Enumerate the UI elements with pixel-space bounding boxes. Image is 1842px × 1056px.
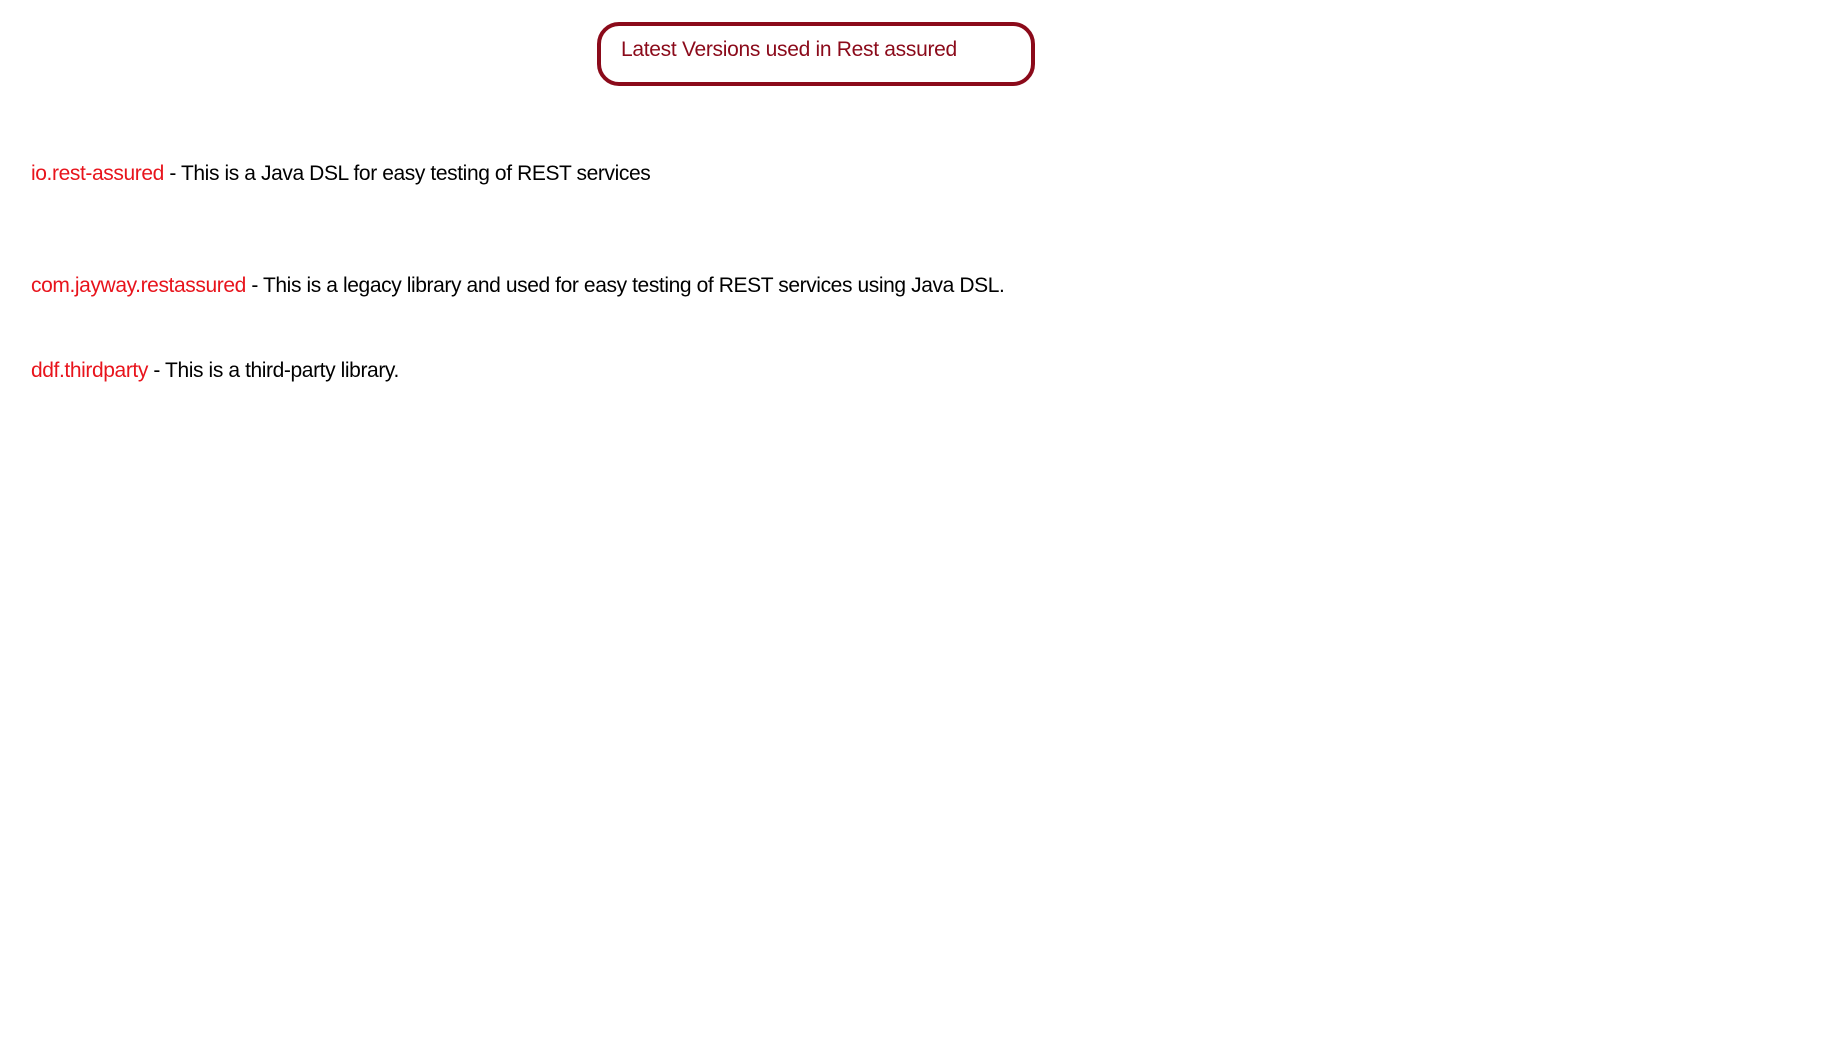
package-name: io.rest-assured (31, 162, 164, 185)
package-description: - This is a legacy library and used for … (245, 274, 1005, 297)
title-box: Latest Versions used in Rest assured (597, 22, 1035, 86)
package-description: - This is a third-party library. (147, 359, 399, 382)
package-name: ddf.thirdparty (31, 359, 148, 382)
item-io-rest-assured: io.rest-assured - This is a Java DSL for… (31, 162, 651, 186)
title-text: Latest Versions used in Rest assured (621, 38, 957, 61)
package-name: com.jayway.restassured (31, 274, 246, 297)
package-description: - This is a Java DSL for easy testing of… (163, 162, 651, 185)
item-ddf-thirdparty: ddf.thirdparty - This is a third-party l… (31, 359, 399, 383)
item-com-jayway-restassured: com.jayway.restassured - This is a legac… (31, 274, 1005, 298)
